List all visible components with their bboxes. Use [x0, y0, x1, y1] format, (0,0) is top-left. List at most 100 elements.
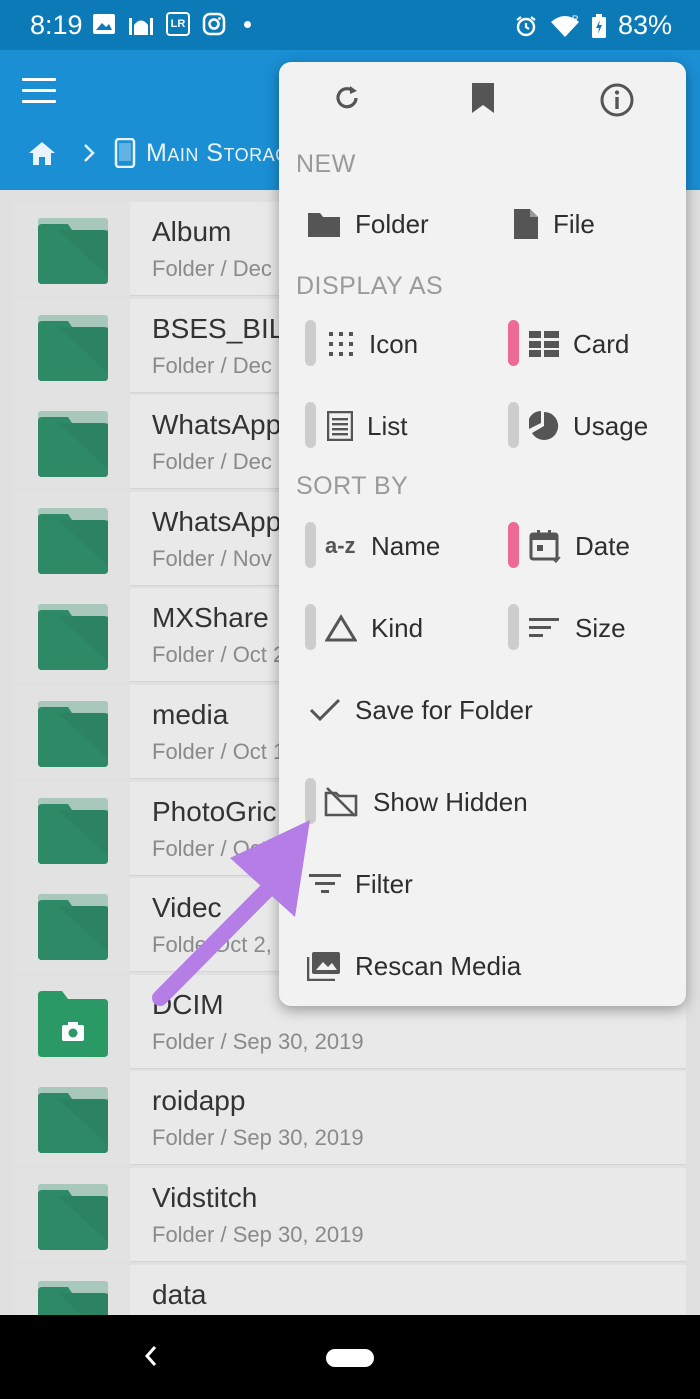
filter-icon	[309, 874, 341, 893]
display-card-toggle[interactable]	[508, 320, 519, 366]
pie-chart-icon	[529, 411, 559, 440]
menu-top-actions	[279, 82, 686, 126]
file-meta: Folder / Dec 2	[152, 256, 291, 281]
file-meta: Folde Oct 2,	[152, 932, 272, 958]
folder-icon	[38, 507, 108, 574]
sort-size-toggle[interactable]	[508, 604, 519, 650]
file-meta: Folder / Sep 30, 2019	[152, 1125, 364, 1151]
file-thumbnail	[14, 781, 130, 876]
file-thumbnail	[14, 298, 130, 393]
home-icon[interactable]	[28, 140, 56, 166]
options-menu: NEW Folder File DISPLAY AS Icon Card Lis…	[279, 62, 686, 1006]
new-file-item[interactable]: File	[513, 202, 595, 246]
file-name: WhatsApp	[152, 409, 282, 441]
folder-icon	[38, 1183, 108, 1250]
mosque-icon	[129, 18, 153, 35]
file-thumbnail	[14, 491, 130, 586]
file-row[interactable]: Vidstitch Folder / Sep 30, 2019	[14, 1167, 686, 1262]
display-usage-toggle[interactable]	[508, 402, 519, 448]
folder-icon	[38, 314, 108, 381]
triangle-icon	[325, 614, 357, 642]
folder-off-icon	[324, 787, 358, 817]
display-list-toggle[interactable]	[305, 402, 316, 448]
file-name: PhotoGric	[152, 795, 277, 827]
sort-date-item[interactable]: Date	[529, 524, 630, 568]
file-thumbnail	[14, 395, 130, 490]
display-list-item[interactable]: List	[327, 404, 407, 448]
file-thumbnail	[14, 1167, 130, 1262]
sort-name-toggle[interactable]	[305, 522, 316, 568]
card-grid-icon	[529, 331, 559, 357]
battery-icon	[591, 13, 606, 38]
section-sort-by: SORT BY	[296, 472, 409, 500]
alarm-icon	[516, 15, 536, 36]
folder-icon	[38, 1087, 108, 1154]
file-meta: Folder / Oct 2	[152, 642, 286, 668]
battery-percent: 83%	[617, 10, 672, 40]
file-meta: Folder / Dec 6	[152, 449, 291, 475]
sort-kind-item[interactable]: Kind	[325, 606, 423, 650]
folder-icon	[38, 700, 108, 767]
lightroom-icon: LR	[166, 12, 190, 36]
status-bar: 8:19 LR R 83%	[0, 0, 700, 50]
sort-size-item[interactable]: Size	[529, 606, 626, 650]
status-time: 8:19	[30, 10, 83, 40]
display-card-item[interactable]: Card	[529, 322, 629, 366]
file-icon	[514, 209, 538, 239]
save-for-folder-item[interactable]: Save for Folder	[309, 688, 533, 732]
file-meta: Folder / Sep 30, 2019	[152, 1028, 364, 1054]
file-thumbnail	[14, 974, 130, 1069]
sort-name-item[interactable]: a-z Name	[325, 524, 440, 568]
chevron-right-icon	[84, 144, 95, 162]
home-pill[interactable]	[326, 1349, 374, 1367]
sort-lines-icon	[529, 618, 559, 637]
wifi-icon: R	[550, 14, 579, 37]
show-hidden-toggle[interactable]	[305, 778, 316, 824]
folder-icon	[38, 604, 108, 671]
sort-kind-toggle[interactable]	[305, 604, 316, 650]
file-meta: Folder / Oct 14	[152, 738, 298, 764]
gallery-icon	[93, 14, 115, 34]
display-usage-item[interactable]: Usage	[529, 404, 648, 448]
folder-icon	[308, 213, 340, 237]
file-name: DCIM	[152, 988, 224, 1020]
rescan-media-item[interactable]: Rescan Media	[307, 944, 521, 988]
notification-dot-icon	[244, 20, 251, 28]
file-thumbnail	[14, 588, 130, 683]
az-icon: a-z	[325, 533, 356, 558]
file-name: MXShare	[152, 602, 269, 634]
system-nav-bar	[0, 1315, 700, 1399]
phone-storage-icon	[114, 138, 136, 168]
file-name: data	[152, 1278, 207, 1310]
file-name: WhatsApp	[152, 505, 282, 537]
menu-icon[interactable]	[22, 78, 56, 104]
folder-icon	[38, 411, 108, 478]
refresh-icon[interactable]	[331, 82, 363, 114]
file-thumbnail	[14, 202, 130, 296]
file-thumbnail	[14, 684, 130, 779]
section-display-as: DISPLAY AS	[296, 272, 444, 300]
breadcrumb: Main Storage	[28, 138, 302, 168]
file-name: Vidstitch	[152, 1181, 258, 1213]
file-meta: Folder / Oct 2	[152, 835, 286, 861]
file-row[interactable]: roidapp Folder / Sep 30, 2019	[14, 1071, 686, 1166]
filter-item[interactable]: Filter	[309, 862, 413, 906]
display-icon-toggle[interactable]	[305, 320, 316, 366]
folder-icon	[38, 218, 108, 284]
file-meta: Folder / Nov 1	[152, 545, 291, 571]
file-name: Album	[152, 216, 232, 247]
show-hidden-item[interactable]: Show Hidden	[323, 780, 528, 824]
section-new: NEW	[296, 150, 356, 178]
info-icon[interactable]	[599, 82, 635, 118]
sort-date-toggle[interactable]	[508, 522, 519, 568]
calendar-icon	[529, 530, 561, 563]
file-name: media	[152, 698, 229, 730]
file-thumbnail	[14, 878, 130, 973]
display-icon-item[interactable]: Icon	[327, 322, 418, 366]
bookmark-icon[interactable]	[469, 82, 497, 114]
checkmark-icon	[309, 698, 341, 722]
back-icon[interactable]	[140, 1341, 160, 1371]
new-folder-item[interactable]: Folder	[307, 202, 429, 246]
file-meta: Folder / Dec 1	[152, 352, 291, 378]
list-icon	[327, 411, 353, 441]
